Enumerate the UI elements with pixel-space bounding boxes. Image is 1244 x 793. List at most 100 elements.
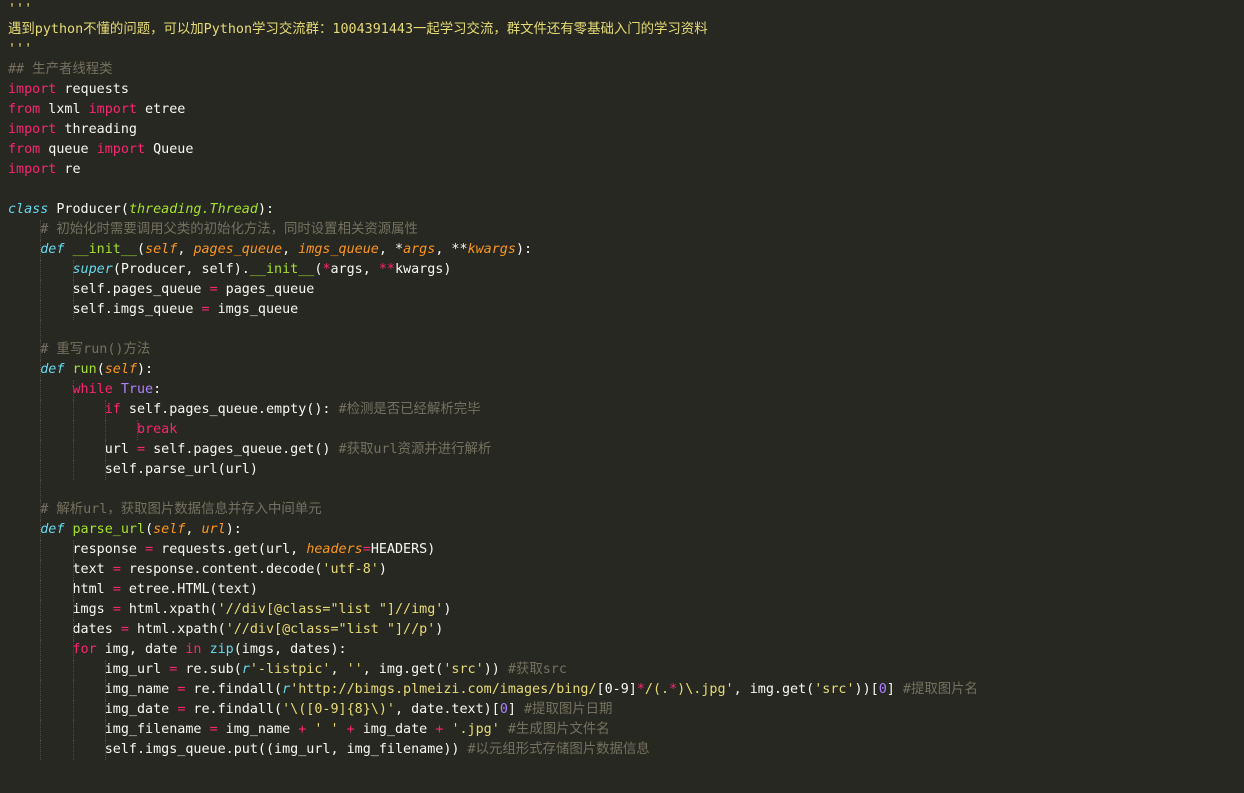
code-line[interactable]: from lxml import etree	[0, 100, 1244, 120]
code-token-default: self.parse_url(url)	[104, 462, 258, 477]
code-line[interactable]: img_date = re.findall('\([0-9]{8}\)', da…	[0, 700, 1244, 720]
indent-guide	[72, 600, 74, 620]
code-line[interactable]: imgs = html.xpath('//div[@class="list "]…	[0, 600, 1244, 620]
code-token-comment: # 初始化时需要调用父类的初始化方法，同时设置相关资源属性	[40, 222, 418, 237]
code-line[interactable]: import requests	[0, 80, 1244, 100]
code-token-default: self.pages_queue.get()	[145, 442, 339, 457]
indent-guide	[72, 420, 74, 440]
indent-guide	[72, 440, 74, 460]
indent-guide	[104, 720, 106, 740]
indent-guide	[72, 300, 74, 320]
code-token-keyword: =	[120, 622, 129, 637]
code-line[interactable]	[0, 480, 1244, 500]
code-line[interactable]: '''	[0, 0, 1244, 20]
code-token-function: __init__	[249, 262, 315, 277]
indent-guide	[40, 600, 42, 620]
code-token-default: ,	[185, 522, 202, 537]
code-token-default: ))[	[854, 682, 879, 697]
code-token-param: kwargs	[467, 242, 516, 257]
code-token-default: etree.HTML(text)	[120, 582, 258, 597]
code-token-keyword: import	[8, 82, 57, 97]
code-token-constant: True	[120, 382, 154, 397]
code-token-default: self.pages_queue.empty():	[120, 402, 339, 417]
code-token-default: ))	[483, 662, 508, 677]
code-line[interactable]: dates = html.xpath('//div[@class="list "…	[0, 620, 1244, 640]
code-token-default: lxml	[40, 102, 89, 117]
code-token-default: pages_queue	[217, 282, 315, 297]
code-token-param: self	[145, 242, 178, 257]
indent-guide	[40, 520, 42, 540]
code-token-default: response	[72, 542, 146, 557]
code-line[interactable]: 遇到python不懂的问题，可以加Python学习交流群：1004391443一…	[0, 20, 1244, 40]
code-line[interactable]: def __init__(self, pages_queue, imgs_que…	[0, 240, 1244, 260]
indent-guide	[104, 660, 106, 680]
code-token-default: , img.get(	[733, 682, 815, 697]
code-token-comment: # 解析url，获取图片数据信息并存入中间单元	[40, 502, 322, 517]
code-line[interactable]: super(Producer, self).__init__(*args, **…	[0, 260, 1244, 280]
indent-guide	[40, 280, 42, 300]
code-token-default: html.xpath(	[120, 602, 218, 617]
code-line[interactable]: # 重写run()方法	[0, 340, 1244, 360]
code-line[interactable]: response = requests.get(url, headers=HEA…	[0, 540, 1244, 560]
indent-guide	[40, 380, 42, 400]
code-line[interactable]	[0, 320, 1244, 340]
code-token-number: 0	[878, 682, 887, 697]
code-token-keyword: =	[112, 602, 121, 617]
code-token-string: 'utf-8'	[322, 562, 379, 577]
code-token-param: self	[104, 362, 137, 377]
code-line[interactable]: while True:	[0, 380, 1244, 400]
indent-guide	[72, 380, 74, 400]
code-line[interactable]: self.pages_queue = pages_queue	[0, 280, 1244, 300]
code-token-default: ,	[330, 662, 347, 677]
code-line[interactable]: from queue import Queue	[0, 140, 1244, 160]
code-token-comment: # 重写run()方法	[40, 342, 151, 357]
code-token-default	[113, 382, 121, 397]
code-line[interactable]: # 解析url，获取图片数据信息并存入中间单元	[0, 500, 1244, 520]
code-line[interactable]: # 初始化时需要调用父类的初始化方法，同时设置相关资源属性	[0, 220, 1244, 240]
code-token-param: self	[153, 522, 186, 537]
indent-guide	[104, 740, 106, 760]
code-token-default: (	[145, 522, 154, 537]
code-token-comment: #以元组形式存储图片数据信息	[467, 742, 650, 757]
code-token-param: pages_queue	[193, 242, 283, 257]
code-token-default: , **	[435, 242, 468, 257]
code-token-default	[202, 642, 210, 657]
code-editor[interactable]: ''' 遇到python不懂的问题，可以加Python学习交流群：10043914…	[0, 0, 1244, 793]
code-line[interactable]: text = response.content.decode('utf-8')	[0, 560, 1244, 580]
code-token-default: img_name	[104, 682, 178, 697]
code-line[interactable]: self.imgs_queue = imgs_queue	[0, 300, 1244, 320]
code-line[interactable]: img_name = re.findall(r'http://bimgs.plm…	[0, 680, 1244, 700]
code-token-string: 'src'	[814, 682, 855, 697]
code-line[interactable]: if self.pages_queue.empty(): #检测是否已经解析完毕	[0, 400, 1244, 420]
code-token-keyword: **	[378, 262, 395, 277]
code-line[interactable]: for img, date in zip(imgs, dates):	[0, 640, 1244, 660]
indent-guide	[40, 500, 42, 520]
code-line[interactable]	[0, 180, 1244, 200]
code-line[interactable]: import threading	[0, 120, 1244, 140]
code-token-keyword: =	[112, 582, 121, 597]
code-line[interactable]: class Producer(threading.Thread):	[0, 200, 1244, 220]
indent-guide	[40, 540, 42, 560]
code-token-default: img_date	[104, 702, 178, 717]
code-token-default: html.xpath(	[128, 622, 226, 637]
indent-guide	[40, 240, 42, 260]
code-token-storage: def	[40, 522, 65, 537]
indent-guide	[40, 340, 42, 360]
code-line[interactable]: ## 生产者线程类	[0, 60, 1244, 80]
code-token-default: img_filename	[104, 722, 210, 737]
code-line[interactable]: url = self.pages_queue.get() #获取url资源并进行…	[0, 440, 1244, 460]
indent-guide	[40, 480, 42, 500]
code-token-docstring: '''	[8, 42, 33, 57]
code-line[interactable]: html = etree.HTML(text)	[0, 580, 1244, 600]
code-line[interactable]: break	[0, 420, 1244, 440]
code-line[interactable]: import re	[0, 160, 1244, 180]
code-line[interactable]: img_filename = img_name + ' ' + img_date…	[0, 720, 1244, 740]
code-line[interactable]: self.parse_url(url)	[0, 460, 1244, 480]
code-line[interactable]: '''	[0, 40, 1244, 60]
code-line[interactable]: self.imgs_queue.put((img_url, img_filena…	[0, 740, 1244, 760]
indent-guide	[104, 400, 106, 420]
indent-guide	[40, 640, 42, 660]
code-line[interactable]: def run(self):	[0, 360, 1244, 380]
code-line[interactable]: def parse_url(self, url):	[0, 520, 1244, 540]
code-line[interactable]: img_url = re.sub(r'-listpic', '', img.ge…	[0, 660, 1244, 680]
